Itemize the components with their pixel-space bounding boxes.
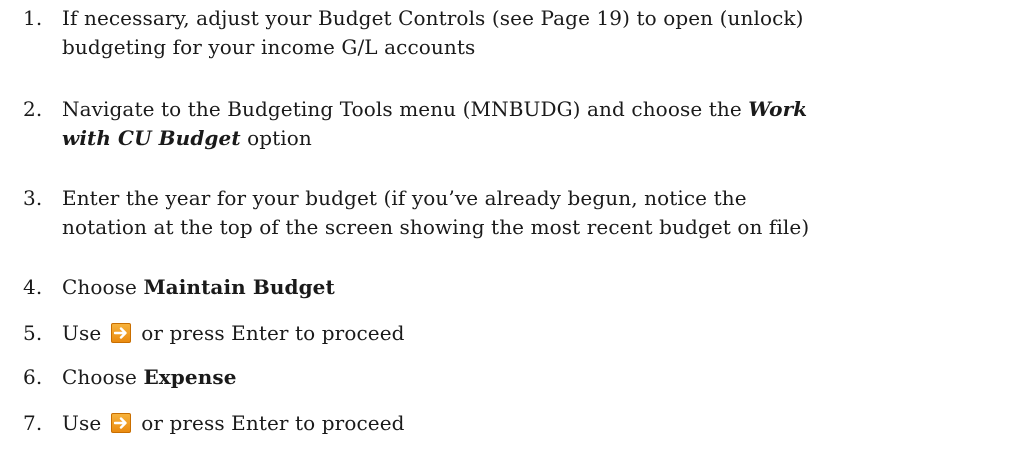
step-text-plain: Use bbox=[62, 321, 102, 345]
step-text-plain: Navigate to the Budgeting Tools menu (MN… bbox=[62, 97, 749, 121]
step-number: 4. bbox=[23, 275, 43, 299]
step-number: 2. bbox=[23, 97, 43, 121]
step-number: 7. bbox=[23, 411, 43, 435]
step-number: 1. bbox=[23, 6, 43, 30]
step-text: Choose Expense bbox=[62, 363, 1007, 392]
option-name: Work bbox=[748, 97, 808, 121]
step-text-line: budgeting for your income G/L accounts bbox=[62, 35, 476, 59]
option-name: Expense bbox=[143, 365, 237, 389]
step-number: 3. bbox=[23, 186, 43, 210]
option-name: with CU Budget bbox=[62, 126, 241, 150]
step-text-line: If necessary, adjust your Budget Control… bbox=[62, 6, 804, 30]
step-text: If necessary, adjust your Budget Control… bbox=[62, 4, 1007, 62]
step-number: 5. bbox=[23, 321, 43, 345]
step-text: Enter the year for your budget (if you’v… bbox=[62, 184, 1007, 242]
step-text-plain: Choose bbox=[62, 365, 144, 389]
step-text-plain: Choose bbox=[62, 275, 144, 299]
forward-arrow-icon bbox=[110, 323, 131, 343]
step-text-line: Enter the year for your budget (if you’v… bbox=[62, 186, 747, 210]
step-text-plain: or press Enter to proceed bbox=[141, 321, 405, 345]
step-text-plain: Use bbox=[62, 411, 102, 435]
forward-arrow-icon bbox=[110, 413, 131, 433]
step-text-line: notation at the top of the screen showin… bbox=[62, 215, 810, 239]
step-text-plain: or press Enter to proceed bbox=[141, 411, 405, 435]
step-number: 6. bbox=[23, 365, 43, 389]
step-text: Use or press Enter to proceed bbox=[62, 409, 1007, 438]
step-text: Use or press Enter to proceed bbox=[62, 319, 1007, 348]
step-text-plain: option bbox=[240, 126, 312, 150]
step-text: Choose Maintain Budget bbox=[62, 273, 1007, 302]
option-name: Maintain Budget bbox=[143, 275, 335, 299]
step-text-line: with CU Budget option bbox=[62, 124, 1007, 153]
step-text-line: Navigate to the Budgeting Tools menu (MN… bbox=[62, 95, 1007, 124]
step-text: Navigate to the Budgeting Tools menu (MN… bbox=[62, 95, 1007, 153]
